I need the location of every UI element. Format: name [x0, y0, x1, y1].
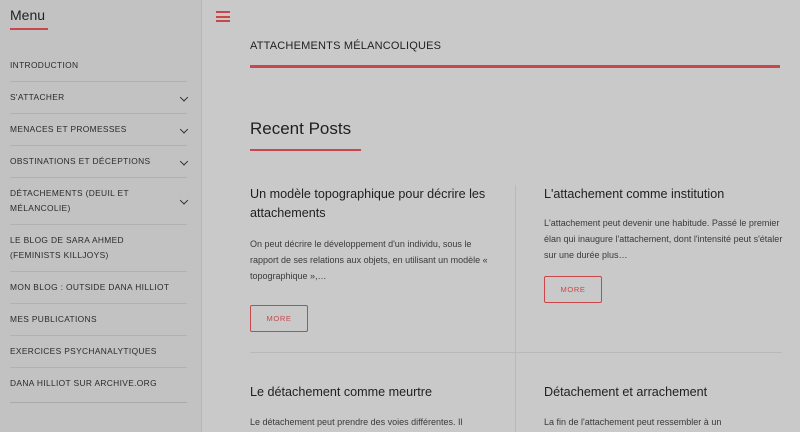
sidebar-item-label: INTRODUCTION	[10, 60, 79, 70]
menu-list: INTRODUCTION S'ATTACHER MENACES ET PROME…	[10, 50, 189, 399]
sidebar-item-sara-ahmed[interactable]: LE BLOG DE SARA AHMED (FEMINISTS KILLJOY…	[10, 225, 187, 272]
sidebar-item-publications[interactable]: MES PUBLICATIONS	[10, 304, 187, 336]
sidebar-item-detachements[interactable]: DÉTACHEMENTS (DEUIL ET MÉLANCOLIE)	[10, 178, 189, 225]
sidebar-divider	[10, 402, 187, 403]
sidebar-item-obstinations[interactable]: OBSTINATIONS ET DÉCEPTIONS	[10, 146, 189, 178]
post-card: Le détachement comme meurtre Le détachem…	[250, 383, 490, 430]
sidebar-item-introduction[interactable]: INTRODUCTION	[10, 50, 187, 82]
menu-title-underline	[10, 28, 48, 30]
post-title[interactable]: Le détachement comme meurtre	[250, 383, 490, 402]
sidebar-item-label: MES PUBLICATIONS	[10, 314, 97, 324]
sidebar-item-label: DANA HILLIOT SUR ARCHIVE.ORG	[10, 378, 157, 388]
post-excerpt: La fin de l'attachement peut ressembler …	[544, 417, 722, 427]
sidebar-item-label: LE BLOG DE SARA AHMED (FEMINISTS KILLJOY…	[10, 235, 124, 260]
sidebar-item-label: DÉTACHEMENTS (DEUIL ET MÉLANCOLIE)	[10, 188, 129, 213]
post-excerpt: On peut décrire le développement d'un in…	[250, 239, 488, 281]
sidebar-item-label: EXERCICES PSYCHANALYTIQUES	[10, 346, 157, 356]
hamburger-bar	[216, 20, 230, 22]
grid-divider	[250, 352, 782, 353]
post-excerpt: Le détachement peut prendre des voies di…	[250, 417, 463, 427]
hamburger-bar	[216, 15, 230, 18]
chevron-down-icon[interactable]	[179, 196, 189, 205]
hamburger-icon[interactable]	[216, 11, 230, 22]
section-title-underline	[250, 149, 361, 151]
menu-title: Menu	[10, 7, 46, 23]
section-title: Recent Posts	[250, 119, 352, 138]
post-title[interactable]: L'attachement comme institution	[544, 185, 784, 204]
site-title[interactable]: ATTACHEMENTS MÉLANCOLIQUES	[250, 40, 441, 52]
sidebar-item-label: MON BLOG : OUTSIDE DANA HILLIOT	[10, 282, 170, 292]
sidebar-item-label: S'ATTACHER	[10, 92, 65, 102]
post-title[interactable]: Détachement et arrachement	[544, 383, 784, 402]
header-divider	[250, 65, 780, 68]
chevron-down-icon[interactable]	[179, 156, 189, 166]
sidebar-item-archive[interactable]: DANA HILLIOT SUR ARCHIVE.ORG	[10, 368, 187, 399]
grid-divider	[515, 185, 516, 432]
post-card: Un modèle topographique pour décrire les…	[250, 185, 490, 332]
sidebar-item-sattacher[interactable]: S'ATTACHER	[10, 82, 189, 114]
chevron-down-icon[interactable]	[179, 124, 189, 134]
post-card: L'attachement comme institution L'attach…	[544, 185, 784, 303]
post-title[interactable]: Un modèle topographique pour décrire les…	[250, 185, 490, 223]
post-card: Détachement et arrachement La fin de l'a…	[544, 383, 784, 430]
sidebar-item-mon-blog[interactable]: MON BLOG : OUTSIDE DANA HILLIOT	[10, 272, 187, 304]
sidebar-item-exercices[interactable]: EXERCICES PSYCHANALYTIQUES	[10, 336, 187, 368]
more-button[interactable]: MORE	[250, 305, 308, 332]
sidebar: Menu INTRODUCTION S'ATTACHER MENACES ET …	[0, 0, 202, 432]
sidebar-item-label: MENACES ET PROMESSES	[10, 124, 127, 134]
chevron-down-icon[interactable]	[179, 92, 189, 102]
hamburger-bar	[216, 11, 230, 13]
post-excerpt: L'attachement peut devenir une habitude.…	[544, 218, 783, 260]
sidebar-item-menaces[interactable]: MENACES ET PROMESSES	[10, 114, 189, 146]
sidebar-item-label: OBSTINATIONS ET DÉCEPTIONS	[10, 156, 151, 166]
more-button[interactable]: MORE	[544, 276, 602, 303]
